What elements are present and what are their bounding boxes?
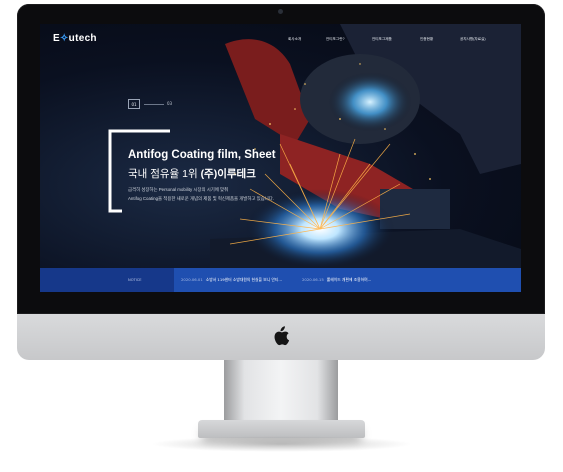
slide-total-indicator[interactable]: 03 — [167, 101, 172, 106]
nav-item-certifications[interactable]: 인증현황 — [420, 37, 433, 42]
news-item[interactable]: 2020.06.15 롤헤이드 개편에 조용하며... — [302, 277, 371, 283]
nav-item-antifog-products[interactable]: 안티포그제품 — [372, 37, 392, 42]
slide-current-indicator[interactable]: 01 — [128, 99, 140, 109]
logo-accent: ✧ — [59, 33, 69, 44]
news-date: 2020.06.01 — [181, 277, 203, 282]
apple-logo-icon — [274, 326, 290, 346]
nav-item-antifog-about[interactable]: 안티포그란? — [326, 37, 345, 42]
site-logo[interactable]: E✧utech — [53, 33, 97, 44]
news-ticker-bar: NOTICE 2020.06.01 소방서 119센터 소방대원의 헌실을 보니 … — [40, 268, 521, 292]
news-label: NOTICE — [128, 278, 142, 282]
news-item[interactable]: 2020.06.01 소방서 119센터 소방대원의 헌실을 보니 안티... — [181, 277, 282, 283]
logo-text-prefix: E — [53, 33, 60, 44]
slide-progress-line — [144, 104, 164, 105]
news-bar-label-panel: NOTICE — [40, 268, 174, 292]
news-text: 소방서 119센터 소방대원의 헌실을 보니 안티... — [205, 277, 283, 282]
camera-icon — [278, 9, 283, 14]
hero-subtitle-company: (주)이루테크 — [200, 168, 256, 180]
nav-item-company[interactable]: 회사소개 — [288, 37, 301, 42]
nav-item-notice[interactable]: 공지사항(자료실) — [460, 37, 486, 42]
news-text: 롤헤이드 개편에 조용하며... — [326, 277, 372, 282]
website-screen: E✧utech 회사소개 안티포그란? 안티포그제품 인증현황 공지사항(자료실… — [40, 24, 521, 292]
hero-subtitle-prefix: 국내 점유율 1위 — [128, 168, 198, 180]
logo-text-suffix: utech — [68, 33, 97, 44]
monitor-stand — [224, 360, 338, 422]
stand-shadow — [150, 436, 413, 452]
hero-subtitle: 국내 점유율 1위 (주)이루테크 — [128, 166, 256, 181]
hero-title: Antifog Coating film, Sheet — [128, 149, 276, 161]
news-date: 2020.06.15 — [302, 277, 324, 282]
hero-description-line2: Antifog Coating을 적용한 새로운 개념의 제품 및 혁신제품을 … — [128, 196, 275, 201]
hero-description-line1: 급격히 성장하는 Personal mobility 시장의 시기에 맞춰 — [128, 187, 229, 192]
